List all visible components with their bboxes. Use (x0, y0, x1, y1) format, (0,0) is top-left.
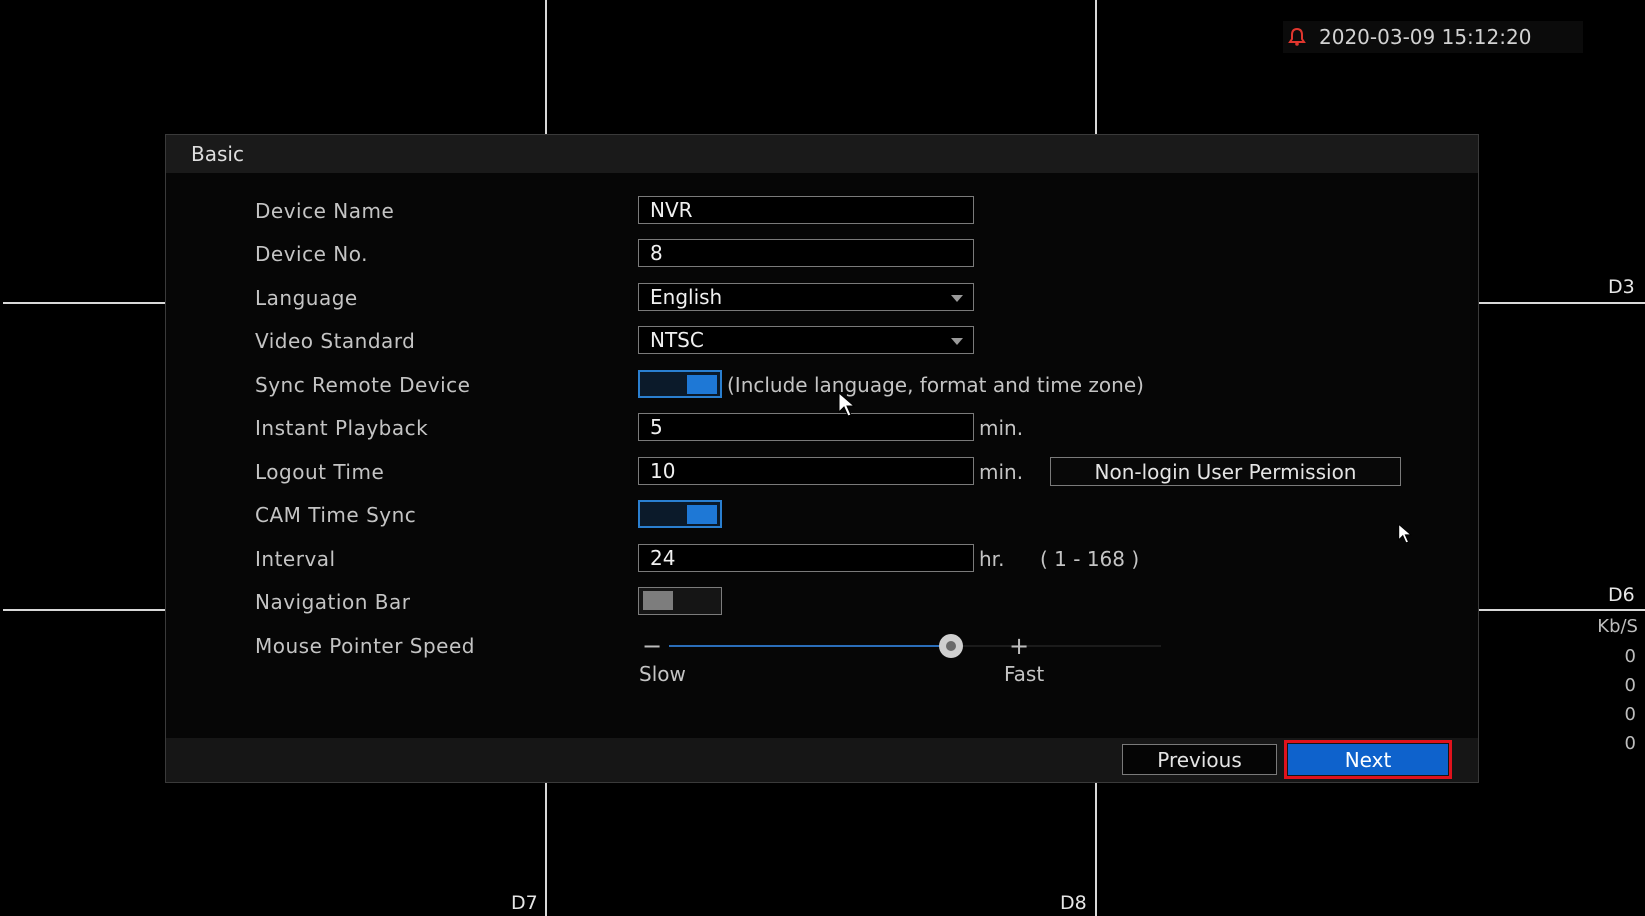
status-bar: 2020-03-09 15:12:20 (1283, 21, 1583, 53)
grid-line (1095, 0, 1097, 134)
grid-line (545, 783, 547, 916)
bitrate-value: 0 (1624, 675, 1636, 696)
previous-button[interactable]: Previous (1122, 744, 1277, 775)
sync-remote-device-toggle[interactable] (638, 370, 722, 398)
slider-slow-label: Slow (639, 662, 686, 686)
slider-fast-label: Fast (1004, 662, 1045, 686)
toggle-knob (687, 375, 717, 394)
form-row-mouse-pointer-speed: Mouse Pointer Speed − + Slow Fast (166, 630, 1478, 686)
form-row-interval: Interval 24 hr. ( 1 - 168 ) (166, 543, 1478, 575)
instant-playback-input[interactable]: 5 (638, 413, 974, 441)
device-name-label: Device Name (255, 199, 395, 223)
toggle-knob (687, 505, 717, 524)
form-row-sync-remote-device: Sync Remote Device (Include language, fo… (166, 369, 1478, 401)
chevron-down-icon (951, 295, 963, 302)
mouse-pointer-speed-label: Mouse Pointer Speed (255, 634, 475, 658)
next-button[interactable]: Next (1284, 740, 1452, 779)
non-login-user-permission-button[interactable]: Non-login User Permission (1050, 457, 1401, 486)
video-standard-label: Video Standard (255, 329, 416, 353)
device-no-input[interactable]: 8 (638, 239, 974, 267)
grid-line (1479, 302, 1645, 304)
logout-time-unit: min. (979, 460, 1024, 484)
slider-thumb[interactable] (939, 634, 963, 658)
channel-label-d6: D6 (1608, 584, 1635, 606)
instant-playback-label: Instant Playback (255, 416, 429, 440)
form-row-cam-time-sync: CAM Time Sync (166, 499, 1478, 531)
video-standard-value: NTSC (650, 328, 704, 352)
channel-label-d8: D8 (1060, 892, 1087, 914)
grid-line (3, 302, 165, 304)
bell-icon[interactable] (1287, 27, 1307, 47)
channel-label-d7: D7 (511, 892, 538, 914)
grid-line (3, 609, 165, 611)
grid-line (1479, 609, 1645, 611)
navigation-bar-toggle[interactable] (638, 587, 722, 615)
slider-track[interactable] (951, 645, 1161, 647)
form-row-instant-playback: Instant Playback 5 min. (166, 412, 1478, 444)
device-name-input[interactable]: NVR (638, 196, 974, 224)
toggle-knob (643, 591, 673, 610)
channel-label-d3: D3 (1608, 276, 1635, 298)
navigation-bar-label: Navigation Bar (255, 590, 411, 614)
language-select[interactable]: English (638, 283, 974, 311)
chevron-down-icon (951, 338, 963, 345)
instant-playback-unit: min. (979, 416, 1024, 440)
system-datetime: 2020-03-09 15:12:20 (1319, 25, 1532, 49)
slider-plus-icon[interactable]: + (1009, 630, 1029, 662)
form-row-navigation-bar: Navigation Bar (166, 586, 1478, 618)
form-row-device-name: Device Name NVR (166, 195, 1478, 227)
interval-unit: hr. (979, 547, 1005, 571)
bitrate-value: 0 (1624, 704, 1636, 725)
basic-settings-dialog: Basic Device Name NVR Device No. 8 Langu… (165, 134, 1479, 783)
bitrate-value: 0 (1624, 733, 1636, 754)
interval-input[interactable]: 24 (638, 544, 974, 572)
video-standard-select[interactable]: NTSC (638, 326, 974, 354)
language-label: Language (255, 286, 358, 310)
form-row-device-no: Device No. 8 (166, 238, 1478, 270)
sync-remote-device-hint: (Include language, format and time zone) (727, 373, 1144, 397)
grid-line (545, 0, 547, 134)
grid-line (1095, 783, 1097, 916)
dialog-title: Basic (166, 135, 1478, 173)
sync-remote-device-label: Sync Remote Device (255, 373, 471, 397)
logout-time-input[interactable]: 10 (638, 457, 974, 485)
language-value: English (650, 285, 723, 309)
device-no-label: Device No. (255, 242, 368, 266)
slider-track-filled (669, 645, 951, 647)
bitrate-unit: Kb/S (1597, 616, 1638, 637)
bitrate-value: 0 (1624, 646, 1636, 667)
dialog-footer: Previous Next (166, 738, 1478, 782)
slider-minus-icon[interactable]: − (642, 630, 662, 662)
interval-label: Interval (255, 547, 336, 571)
interval-range: ( 1 - 168 ) (1040, 547, 1140, 571)
form-row-language: Language English (166, 282, 1478, 314)
form-row-logout-time: Logout Time 10 min. Non-login User Permi… (166, 456, 1478, 488)
logout-time-label: Logout Time (255, 460, 385, 484)
cam-time-sync-label: CAM Time Sync (255, 503, 417, 527)
cam-time-sync-toggle[interactable] (638, 500, 722, 528)
form-row-video-standard: Video Standard NTSC (166, 325, 1478, 357)
